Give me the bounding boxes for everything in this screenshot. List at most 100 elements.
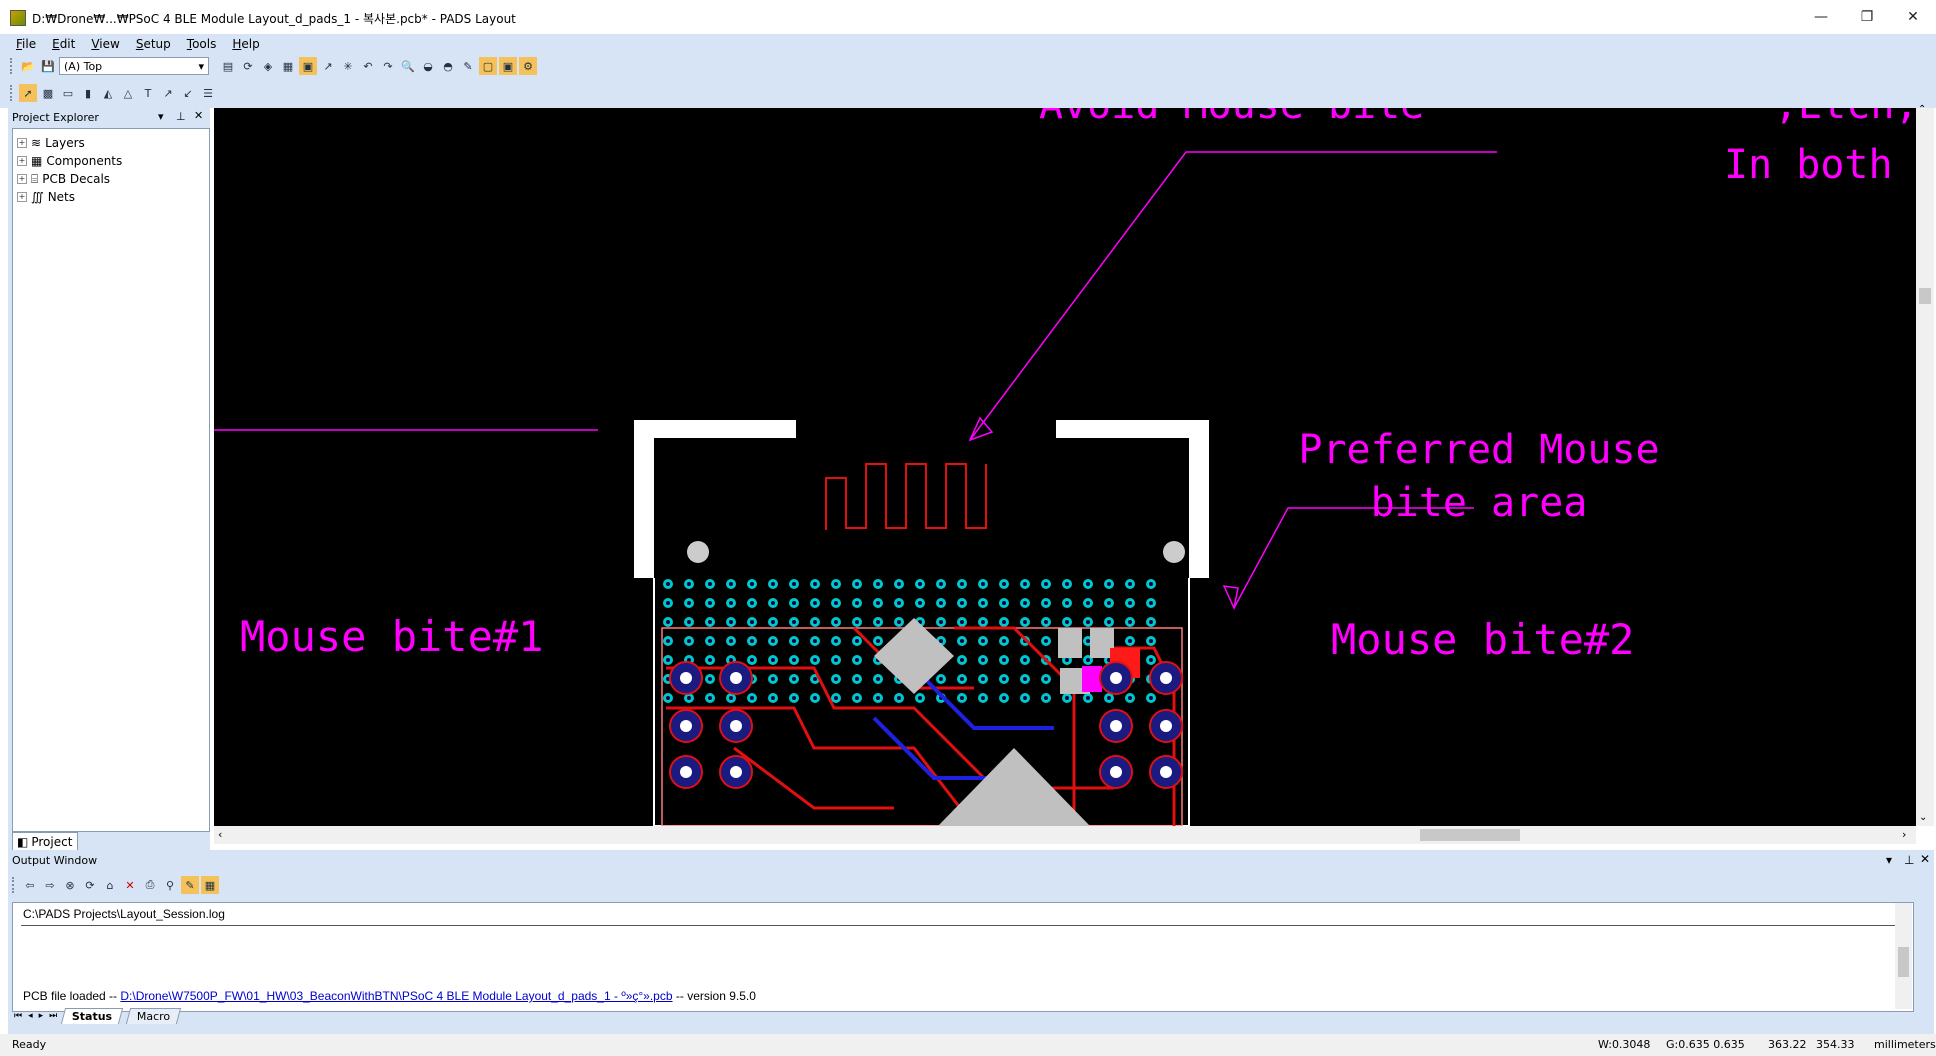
menu-edit[interactable]: Edit: [44, 34, 83, 52]
component-icon[interactable]: ◈: [259, 57, 277, 75]
pin-icon[interactable]: ⊥: [176, 110, 186, 123]
prev-tab-icon[interactable]: ◂: [28, 1011, 33, 1021]
tree-item-nets[interactable]: + ∭ Nets: [17, 189, 75, 205]
scroll-left-icon[interactable]: ‹: [218, 828, 222, 841]
place-part-icon[interactable]: ▩: [39, 84, 57, 102]
via-hole: [981, 582, 985, 586]
first-tab-icon[interactable]: ⏮: [14, 1011, 22, 1021]
output-tabs: ⏮ ◂ ▸ ⏭ Status Macro: [14, 1008, 181, 1024]
log-loaded-suffix: -- version 9.5.0: [672, 989, 756, 1003]
chevron-down-icon[interactable]: ▾: [1886, 853, 1892, 867]
expand-icon[interactable]: +: [17, 174, 27, 184]
select-mode-icon[interactable]: ▢: [479, 57, 497, 75]
verify-icon[interactable]: ◓: [439, 57, 457, 75]
keepout-icon[interactable]: ↙: [179, 84, 197, 102]
scroll-down-icon[interactable]: ⌄: [1919, 812, 1927, 823]
via-hole: [960, 582, 964, 586]
output-scrollbar[interactable]: [1895, 903, 1912, 1009]
via-hole: [960, 639, 964, 643]
dimension-icon[interactable]: ↗: [159, 84, 177, 102]
hatch-icon[interactable]: △: [119, 84, 137, 102]
scroll-right-icon[interactable]: ›: [1902, 828, 1906, 841]
settings-icon[interactable]: ⚙: [519, 57, 537, 75]
expand-icon[interactable]: +: [17, 138, 27, 148]
expand-icon[interactable]: +: [17, 156, 27, 166]
zoom-icon[interactable]: 🔍: [399, 57, 417, 75]
stop-icon[interactable]: ⊗: [61, 876, 79, 894]
output-scroll-thumb[interactable]: [1898, 947, 1909, 977]
select-arrow-icon[interactable]: ➚: [19, 84, 37, 102]
scroll-up-icon[interactable]: ⌃: [1918, 104, 1926, 115]
board-outline-icon[interactable]: ▭: [59, 84, 77, 102]
home-icon[interactable]: ⌂: [101, 876, 119, 894]
last-tab-icon[interactable]: ⏭: [49, 1011, 57, 1021]
menu-help[interactable]: Help: [224, 34, 267, 52]
refresh-icon[interactable]: ⟳: [81, 876, 99, 894]
ecq-icon[interactable]: ✳: [339, 57, 357, 75]
status-grid: G:0.635 0.635: [1666, 1038, 1745, 1051]
minimize-button[interactable]: —: [1798, 0, 1844, 34]
layer-select[interactable]: (A) Top ▾: [59, 57, 209, 75]
tree-item-pcb-decals[interactable]: + ⌸ PCB Decals: [17, 171, 110, 187]
via-hole: [1086, 658, 1090, 662]
via-hole: [813, 658, 817, 662]
via-hole: [750, 696, 754, 700]
tab-macro[interactable]: Macro: [125, 1008, 181, 1024]
chevron-down-icon[interactable]: ▾: [158, 110, 164, 123]
tab-project[interactable]: ◧ Project: [12, 832, 78, 852]
list-icon[interactable]: ☰: [199, 84, 217, 102]
log-file-link[interactable]: D:\Drone\W7500P_FW\01_HW\03_BeaconWithBT…: [120, 989, 672, 1003]
vertical-scroll-thumb[interactable]: [1919, 288, 1931, 304]
text-icon[interactable]: T: [139, 84, 157, 102]
design-toolbar-icon[interactable]: ▣: [299, 57, 317, 75]
close-icon[interactable]: ✕: [1920, 852, 1930, 866]
via-hole: [1044, 639, 1048, 643]
forward-icon[interactable]: ⇨: [41, 876, 59, 894]
via-hole: [666, 658, 670, 662]
grid-icon[interactable]: ▦: [279, 57, 297, 75]
undo-icon[interactable]: ↶: [359, 57, 377, 75]
copper-icon[interactable]: ▮: [79, 84, 97, 102]
grid-view-icon[interactable]: ▦: [201, 876, 219, 894]
route-icon[interactable]: ↗: [319, 57, 337, 75]
next-tab-icon[interactable]: ▸: [39, 1011, 44, 1021]
via-hole: [1107, 696, 1111, 700]
menu-file[interactable]: File: [8, 34, 44, 52]
edit-icon[interactable]: ✎: [181, 876, 199, 894]
pin-icon[interactable]: ⊥: [1904, 853, 1914, 867]
pour-area-icon[interactable]: ◭: [99, 84, 117, 102]
vertical-scrollbar[interactable]: ⌃ ⌄: [1916, 104, 1934, 826]
clear-icon[interactable]: ✕: [121, 876, 139, 894]
open-icon[interactable]: 📂: [19, 57, 37, 75]
brush-icon[interactable]: ✎: [459, 57, 477, 75]
via-hole: [1023, 677, 1027, 681]
via-hole: [960, 677, 964, 681]
expand-icon[interactable]: +: [17, 192, 27, 202]
pad-hole: [680, 672, 692, 684]
annotation-mouse-bite-1: Mouse bite#1: [240, 612, 543, 661]
menu-tools[interactable]: Tools: [179, 34, 225, 52]
restore-button[interactable]: ❐: [1844, 0, 1890, 34]
layer-settings-icon[interactable]: ▤: [219, 57, 237, 75]
find-icon[interactable]: ⚲: [161, 876, 179, 894]
print-icon[interactable]: ⎙: [141, 876, 159, 894]
highlight-icon[interactable]: ▣: [499, 57, 517, 75]
redraw-icon[interactable]: ⟳: [239, 57, 257, 75]
tab-status[interactable]: Status: [61, 1008, 124, 1024]
pcb-canvas[interactable]: Avoid Mouse bite ,Etch,L In both Preferr…: [214, 108, 1916, 826]
close-icon[interactable]: ✕: [194, 109, 203, 122]
horizontal-scrollbar[interactable]: ‹ ›: [214, 826, 1916, 844]
via-hole: [981, 658, 985, 662]
tree-item-components[interactable]: + ▦ Components: [17, 153, 122, 169]
status-x: 363.22: [1768, 1038, 1807, 1051]
horizontal-scroll-thumb[interactable]: [1420, 829, 1520, 841]
pour-icon[interactable]: ◒: [419, 57, 437, 75]
redo-icon[interactable]: ↷: [379, 57, 397, 75]
tree-item-layers[interactable]: + ≋ Layers: [17, 135, 85, 151]
close-button[interactable]: ✕: [1890, 0, 1936, 34]
via-hole: [1086, 601, 1090, 605]
back-icon[interactable]: ⇦: [21, 876, 39, 894]
save-icon[interactable]: 💾: [39, 57, 57, 75]
menu-setup[interactable]: Setup: [128, 34, 179, 52]
menu-view[interactable]: View: [83, 34, 127, 52]
